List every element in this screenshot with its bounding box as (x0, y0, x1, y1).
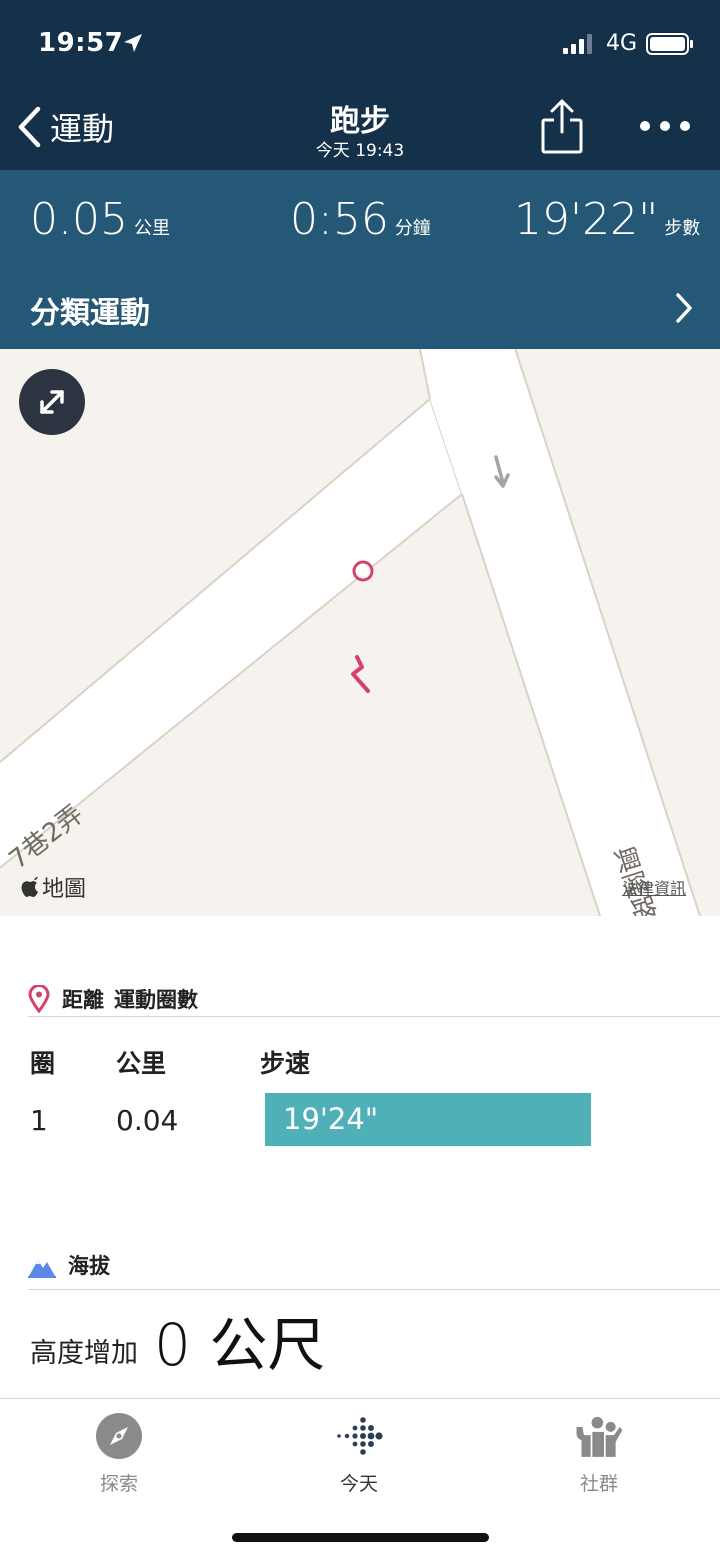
divider (28, 1289, 720, 1290)
expand-map-button[interactable] (19, 369, 85, 435)
chevron-right-icon (676, 293, 692, 323)
stat-value: 0:56 (290, 194, 389, 245)
more-icon[interactable] (638, 114, 692, 138)
tab-community[interactable]: 社群 (539, 1411, 659, 1496)
page-subtitle: 今天 19:43 (315, 141, 405, 161)
column-header-lap: 圈 (30, 1049, 56, 1078)
category-row[interactable]: 分類運動 (0, 266, 720, 349)
compass-icon (96, 1413, 142, 1459)
expand-icon (40, 390, 64, 414)
route-map[interactable]: 7巷2弄 興隆路 地圖 法律資訊 (0, 349, 720, 916)
stat-unit: 步數 (664, 218, 701, 239)
fitbit-dots-icon (337, 1417, 383, 1455)
lap-pace-bar: 19'24" (265, 1093, 591, 1146)
elevation-gain-label: 高度增加 (30, 1338, 138, 1369)
map-attribution: 地圖 (20, 871, 86, 903)
status-bar: 19:57 4G (0, 0, 720, 90)
apple-logo-icon (21, 877, 38, 897)
column-header-km: 公里 (116, 1049, 167, 1078)
battery-icon (646, 33, 693, 55)
stat-value: 19'22" (514, 194, 659, 245)
location-arrow-icon (124, 34, 142, 52)
stat-pace: 19'22" 步數 (514, 194, 700, 245)
community-icon (576, 1416, 623, 1457)
category-label: 分類運動 (30, 296, 150, 331)
column-header-pace: 步速 (260, 1049, 311, 1078)
divider (28, 1016, 720, 1017)
elevation-gain-value: 0 公尺 (154, 1311, 326, 1379)
stat-value: 0.05 (30, 194, 128, 245)
stat-unit: 公里 (133, 218, 170, 239)
location-pin-icon (28, 985, 50, 1013)
legal-link[interactable]: 法律資訊 (622, 875, 686, 899)
signal-icon (563, 34, 592, 54)
page-title: 跑步 (330, 104, 390, 139)
elevation-header: 海拔 (28, 1250, 110, 1280)
map-brand-label: 地圖 (42, 877, 87, 902)
tab-explore-label: 探索 (99, 1473, 138, 1495)
summary-stats: 0.05 公里 0:56 分鐘 19'22" 步數 (0, 170, 720, 266)
home-indicator[interactable] (232, 1533, 489, 1542)
lap-pace: 19'24" (283, 1102, 379, 1136)
stat-unit: 分鐘 (394, 218, 431, 239)
lap-distance: 0.04 (116, 1104, 179, 1137)
share-icon[interactable] (539, 98, 585, 154)
stat-duration: 0:56 分鐘 (290, 194, 431, 245)
distance-title: 距離 (62, 988, 104, 1012)
tab-today[interactable]: 今天 (299, 1411, 419, 1496)
mountain-icon (28, 1260, 56, 1278)
elevation-title: 海拔 (68, 1254, 110, 1278)
map-roads (0, 349, 701, 916)
tab-today-label: 今天 (339, 1473, 378, 1495)
network-type: 4G (606, 31, 638, 56)
tab-explore[interactable]: 探索 (59, 1411, 179, 1496)
distance-subtitle: 運動圈數 (114, 988, 198, 1012)
tab-community-label: 社群 (579, 1473, 618, 1495)
distance-header: 距離 運動圈數 (28, 984, 198, 1014)
nav-bar: 運動 跑步 今天 19:43 (0, 90, 720, 170)
lap-number: 1 (30, 1104, 48, 1137)
stat-distance: 0.05 公里 (30, 194, 170, 245)
status-time: 19:57 (38, 28, 124, 58)
